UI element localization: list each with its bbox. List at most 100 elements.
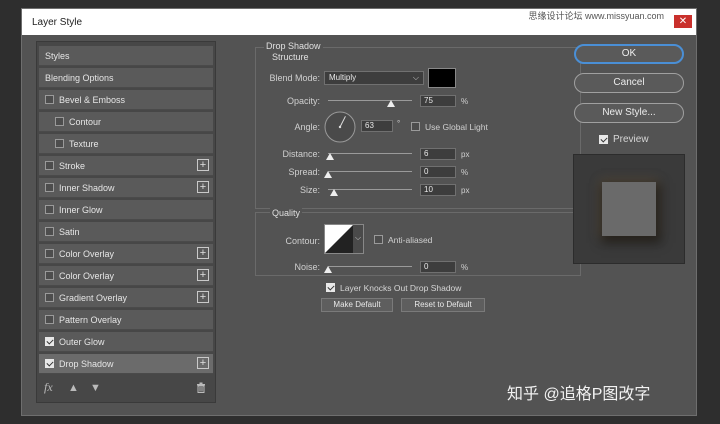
- styles-list: Styles Blending Options Bevel & Emboss Cont…: [36, 41, 216, 403]
- add-effect-plus-icon[interactable]: +: [197, 181, 209, 193]
- sidebar-item-color-overlay-10[interactable]: Color Overlay +: [39, 266, 213, 286]
- move-down-icon[interactable]: ▼: [90, 382, 101, 394]
- blend-mode-value: Multiply: [329, 73, 357, 82]
- preview-checkbox[interactable]: [599, 135, 608, 144]
- contour-dropdown-icon[interactable]: ⌵: [353, 225, 363, 253]
- use-global-light-checkbox[interactable]: [411, 122, 420, 131]
- style-checkbox[interactable]: [45, 359, 54, 368]
- fx-icon[interactable]: fx: [44, 380, 53, 395]
- noise-slider[interactable]: [328, 266, 412, 267]
- sidebar-item-label: Drop Shadow: [59, 359, 114, 369]
- quality-title: Quality: [270, 208, 303, 218]
- style-checkbox[interactable]: [45, 293, 54, 302]
- style-checkbox[interactable]: [45, 227, 54, 236]
- new-style-button[interactable]: New Style...: [574, 103, 684, 123]
- size-label: Size:: [299, 185, 320, 195]
- sidebar-item-color-overlay-9[interactable]: Color Overlay +: [39, 244, 213, 264]
- distance-unit: px: [461, 150, 470, 159]
- sidebar-item-drop-shadow-14[interactable]: Drop Shadow +: [39, 354, 213, 374]
- distance-slider[interactable]: [328, 153, 412, 154]
- close-button[interactable]: ✕: [674, 15, 692, 28]
- anti-aliased-label: Anti-aliased: [388, 235, 433, 245]
- quality-panel: Quality Contour: ⌵ Anti-aliased Noise: 0…: [255, 208, 581, 276]
- sidebar-item-label: Satin: [59, 227, 80, 237]
- size-slider-handle[interactable]: [329, 189, 338, 196]
- style-checkbox[interactable]: [55, 117, 64, 126]
- use-global-light-label: Use Global Light: [425, 122, 488, 132]
- size-slider[interactable]: [328, 189, 412, 190]
- zhihu-watermark: 知乎 @追格P图改字: [507, 386, 651, 403]
- spread-slider-handle[interactable]: [324, 171, 332, 178]
- sidebar-item-stroke-5[interactable]: Stroke +: [39, 156, 213, 176]
- distance-slider-handle[interactable]: [325, 153, 334, 160]
- sidebar-item-label: Gradient Overlay: [59, 293, 128, 303]
- cancel-button[interactable]: Cancel: [574, 73, 684, 93]
- site-watermark: 思缘设计论坛 www.missyuan.com: [528, 11, 664, 21]
- style-checkbox[interactable]: [55, 139, 64, 148]
- spread-unit: %: [461, 168, 469, 177]
- add-effect-plus-icon[interactable]: +: [197, 247, 209, 259]
- noise-slider-handle[interactable]: [324, 266, 332, 273]
- sidebar-item-texture-4[interactable]: Texture: [39, 134, 213, 154]
- title-bar: Layer Style 思缘设计论坛 www.missyuan.com ✕: [22, 9, 696, 35]
- spread-slider[interactable]: [328, 171, 412, 172]
- noise-input[interactable]: 0: [420, 261, 456, 273]
- add-effect-plus-icon[interactable]: +: [197, 159, 209, 171]
- distance-input[interactable]: 6: [420, 148, 456, 160]
- opacity-slider[interactable]: [328, 100, 412, 101]
- ok-button[interactable]: OK: [574, 44, 684, 64]
- opacity-input[interactable]: 75: [420, 95, 456, 107]
- knockout-checkbox[interactable]: [326, 283, 335, 292]
- spread-label: Spread:: [288, 167, 320, 177]
- distance-label: Distance:: [282, 149, 320, 159]
- sidebar-item-inner-glow-7[interactable]: Inner Glow: [39, 200, 213, 220]
- sidebar-item-styles-0[interactable]: Styles: [39, 46, 213, 66]
- anti-aliased-checkbox[interactable]: [374, 235, 383, 244]
- sidebar-item-outer-glow-13[interactable]: Outer Glow: [39, 332, 213, 352]
- sidebar-item-label: Inner Glow: [59, 205, 103, 215]
- sidebar-item-label: Styles: [45, 51, 70, 61]
- sidebar-item-satin-8[interactable]: Satin: [39, 222, 213, 242]
- sidebar-item-label: Stroke: [59, 161, 86, 171]
- make-default-button[interactable]: Make Default: [321, 298, 393, 312]
- sidebar-item-label: Texture: [69, 139, 99, 149]
- spread-input[interactable]: 0: [420, 166, 456, 178]
- sidebar-item-contour-3[interactable]: Contour: [39, 112, 213, 132]
- style-checkbox[interactable]: [45, 183, 54, 192]
- angle-input[interactable]: 63: [361, 120, 393, 132]
- style-checkbox[interactable]: [45, 315, 54, 324]
- style-checkbox[interactable]: [45, 205, 54, 214]
- contour-label: Contour:: [285, 236, 320, 246]
- opacity-slider-handle[interactable]: [387, 100, 395, 107]
- sidebar-item-gradient-overlay-11[interactable]: Gradient Overlay +: [39, 288, 213, 308]
- blend-mode-label: Blend Mode:: [269, 73, 320, 83]
- move-up-icon[interactable]: ▲: [68, 382, 79, 394]
- add-effect-plus-icon[interactable]: +: [197, 357, 209, 369]
- styles-toolbar: fx ▲ ▼: [36, 377, 216, 401]
- add-effect-plus-icon[interactable]: +: [197, 269, 209, 281]
- blend-mode-select[interactable]: Multiply ⌵: [324, 71, 424, 85]
- sidebar-item-label: Outer Glow: [59, 337, 105, 347]
- knockout-label: Layer Knocks Out Drop Shadow: [340, 283, 462, 293]
- trash-icon[interactable]: [196, 382, 206, 396]
- shadow-color-swatch[interactable]: [428, 68, 456, 88]
- sidebar-item-blending-options-1[interactable]: Blending Options: [39, 68, 213, 88]
- drop-shadow-panel: Drop Shadow Structure Blend Mode: Multip…: [255, 41, 581, 209]
- size-input[interactable]: 10: [420, 184, 456, 196]
- preview-label: Preview: [613, 134, 649, 145]
- style-checkbox[interactable]: [45, 249, 54, 258]
- angle-label: Angle:: [294, 122, 320, 132]
- style-checkbox[interactable]: [45, 337, 54, 346]
- style-checkbox[interactable]: [45, 95, 54, 104]
- sidebar-item-inner-shadow-6[interactable]: Inner Shadow +: [39, 178, 213, 198]
- reset-to-default-button[interactable]: Reset to Default: [401, 298, 485, 312]
- sidebar-item-pattern-overlay-12[interactable]: Pattern Overlay: [39, 310, 213, 330]
- style-checkbox[interactable]: [45, 161, 54, 170]
- chevron-down-icon: ⌵: [412, 73, 419, 82]
- sidebar-item-bevel-emboss-2[interactable]: Bevel & Emboss: [39, 90, 213, 110]
- contour-picker[interactable]: ⌵: [324, 224, 364, 254]
- style-checkbox[interactable]: [45, 271, 54, 280]
- sidebar-item-label: Color Overlay: [59, 249, 115, 259]
- angle-dial[interactable]: [324, 111, 356, 143]
- add-effect-plus-icon[interactable]: +: [197, 291, 209, 303]
